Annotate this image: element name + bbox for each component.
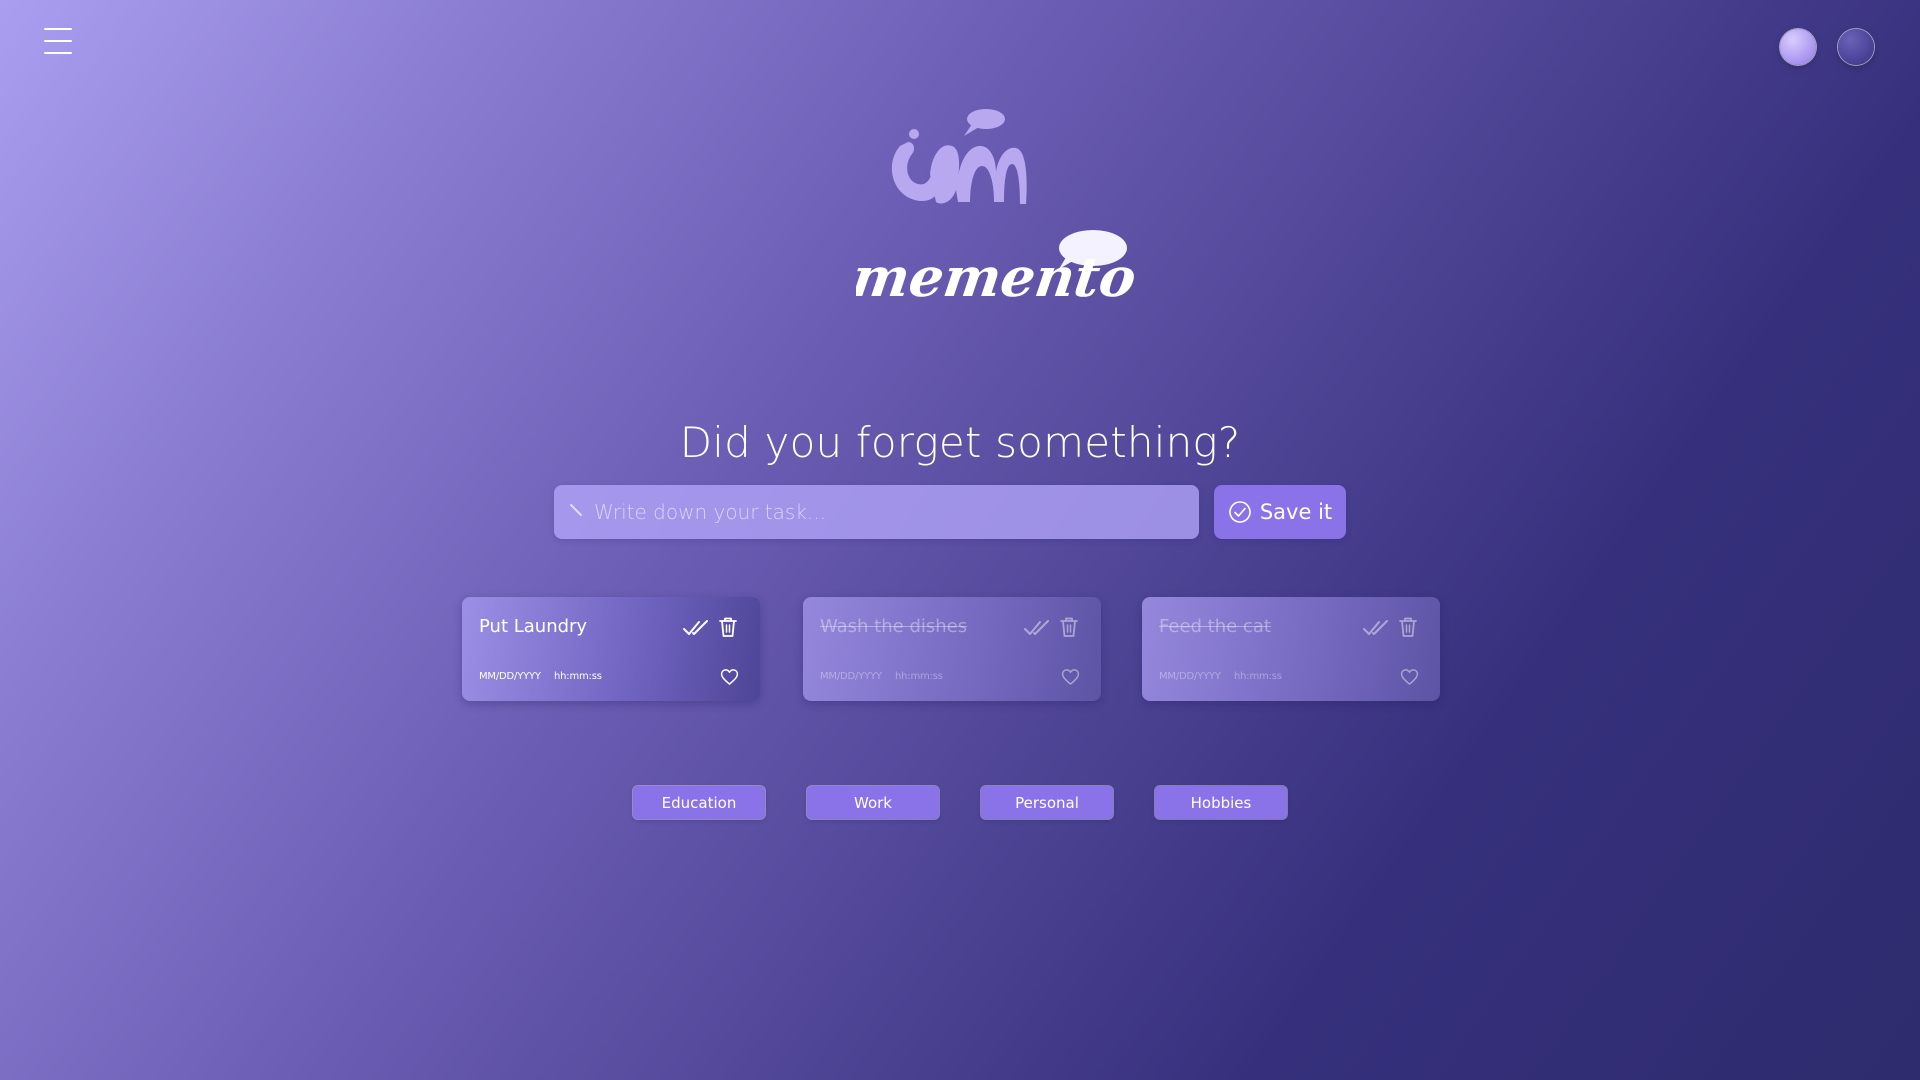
double-check-icon[interactable]: [1362, 618, 1390, 638]
trash-icon[interactable]: [718, 616, 738, 638]
task-title: Wash the dishes: [820, 616, 968, 637]
task-input[interactable]: [594, 485, 1184, 539]
memento-wordmark: memento: [856, 230, 1136, 309]
task-card: Wash the dishes MM/DD/YYYY hh:mm:ss: [803, 597, 1101, 701]
double-check-icon[interactable]: [1023, 618, 1051, 638]
pencil-icon: [570, 504, 582, 516]
task-time: hh:mm:ss: [554, 671, 602, 682]
task-date: MM/DD/YYYY: [1159, 671, 1221, 682]
task-date: MM/DD/YYYY: [479, 671, 541, 682]
hamburger-menu-icon: [44, 28, 72, 30]
heart-icon[interactable]: [1400, 668, 1419, 686]
dark-theme-toggle[interactable]: [1838, 29, 1874, 65]
task-title: Feed the cat: [1159, 616, 1271, 637]
save-button-label: Save it: [1259, 500, 1333, 524]
task-input-container: [554, 485, 1199, 539]
category-education-button[interactable]: Education: [633, 786, 765, 819]
save-button[interactable]: Save it: [1214, 485, 1346, 539]
double-check-icon[interactable]: [682, 618, 710, 638]
memento-logo-mark: [891, 109, 1027, 204]
light-theme-toggle[interactable]: [1780, 29, 1816, 65]
heart-icon[interactable]: [720, 668, 739, 686]
page-headline: Did you forget something?: [679, 418, 1241, 467]
category-personal-button[interactable]: Personal: [981, 786, 1113, 819]
task-card: Feed the cat MM/DD/YYYY hh:mm:ss: [1142, 597, 1440, 701]
task-time: hh:mm:ss: [1234, 671, 1282, 682]
task-title: Put Laundry: [479, 616, 588, 637]
category-hobbies-button[interactable]: Hobbies: [1155, 786, 1287, 819]
trash-icon[interactable]: [1059, 616, 1079, 638]
task-card: Put Laundry MM/DD/YYYY hh:mm:ss: [462, 597, 760, 701]
task-date: MM/DD/YYYY: [820, 671, 882, 682]
category-work-button[interactable]: Work: [807, 786, 939, 819]
brand-name: memento: [856, 245, 1136, 309]
heart-icon[interactable]: [1061, 668, 1080, 686]
check-circle-icon: [1229, 501, 1251, 523]
trash-icon[interactable]: [1398, 616, 1418, 638]
menu-button[interactable]: [44, 28, 72, 54]
task-time: hh:mm:ss: [895, 671, 943, 682]
